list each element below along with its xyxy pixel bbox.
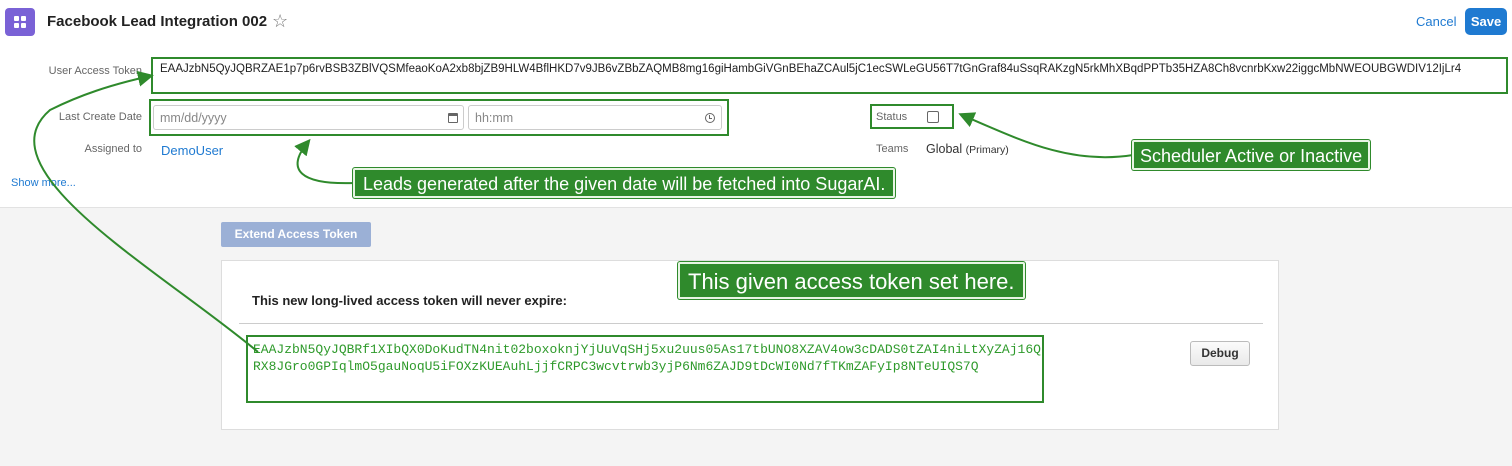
team-primary-tag: (Primary) — [965, 144, 1009, 156]
save-button[interactable]: Save — [1465, 8, 1507, 35]
teams-value: Global (Primary) — [926, 142, 1009, 156]
last-create-date-label: Last Create Date — [58, 111, 142, 123]
record-header: Facebook Lead Integration 002 ☆ Cancel S… — [0, 0, 1512, 44]
status-note-callout: Scheduler Active or Inactive — [1132, 140, 1371, 170]
highlight-date-fields — [149, 99, 729, 136]
user-access-token-label: User Access Token — [48, 65, 142, 77]
highlight-new-token — [246, 335, 1044, 403]
divider — [239, 323, 1263, 324]
team-name: Global — [926, 142, 963, 156]
token-card-heading: This new long-lived access token will ne… — [252, 293, 567, 308]
grid-icon[interactable] — [5, 8, 35, 36]
assigned-user-link[interactable]: DemoUser — [161, 143, 223, 158]
highlight-status — [870, 104, 954, 129]
extend-access-token-button[interactable]: Extend Access Token — [221, 222, 371, 247]
teams-label: Teams — [876, 143, 909, 155]
page-title: Facebook Lead Integration 002 — [47, 13, 268, 30]
highlight-user-token — [151, 57, 1508, 94]
leads-note-callout: Leads generated after the given date wil… — [353, 168, 896, 198]
cancel-button[interactable]: Cancel — [1416, 14, 1456, 29]
debug-button[interactable]: Debug — [1190, 341, 1250, 366]
show-more-link[interactable]: Show more... — [11, 177, 76, 189]
assigned-to-label: Assigned to — [84, 143, 142, 155]
star-icon[interactable]: ☆ — [272, 11, 288, 32]
token-note-callout: This given access token set here. — [678, 262, 1025, 299]
